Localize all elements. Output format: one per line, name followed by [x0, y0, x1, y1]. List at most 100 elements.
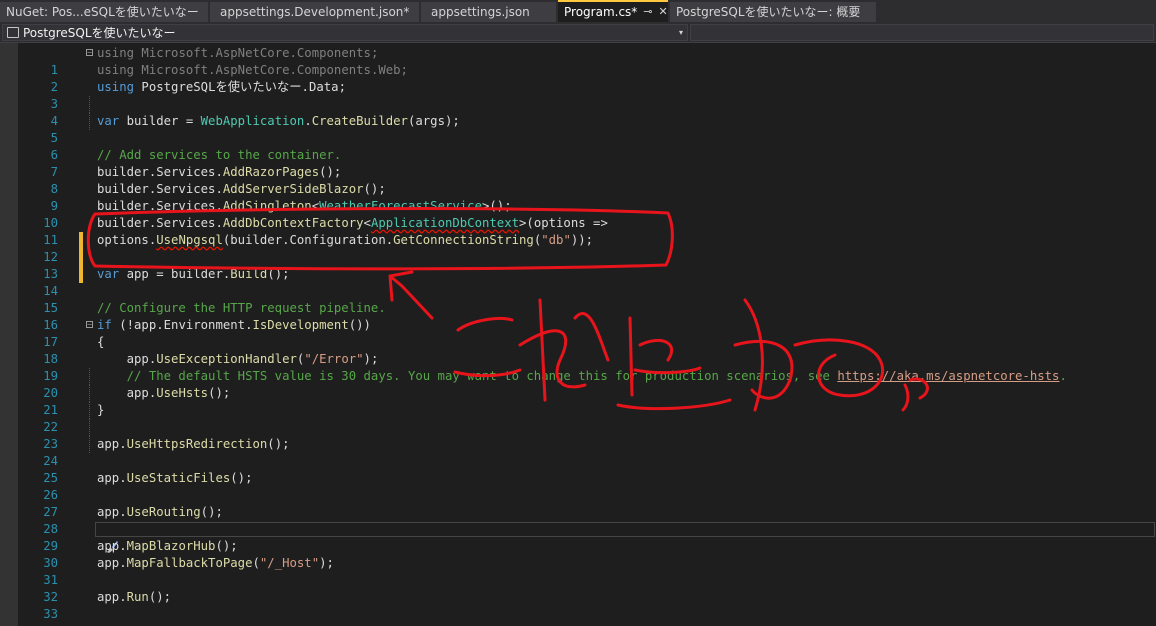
code-line: 33 app.Run();	[0, 589, 1156, 621]
code-text: >();	[481, 199, 512, 213]
code-text: app.	[97, 471, 127, 485]
code-line: 28 app.UseRouting();	[0, 504, 1156, 536]
hsts-link[interactable]: https://aka.ms/aspnetcore-hsts	[837, 369, 1059, 383]
code-text: options.	[97, 233, 157, 247]
member-dropdown[interactable]	[690, 24, 1154, 41]
comment: // Configure the HTTP request pipeline.	[97, 301, 386, 315]
code-text: app.	[97, 590, 127, 604]
method-name: UseStaticFiles	[126, 471, 231, 485]
navigation-bar: PostgreSQLを使いたいなー ▾	[0, 22, 1156, 43]
tab-label: NuGet: Pos...eSQLを使いたいなー	[6, 5, 199, 19]
code-text: app.	[97, 386, 157, 400]
string-literal: "/Error"	[304, 352, 364, 366]
code-line: 2 using Microsoft.AspNetCore.Components.…	[0, 62, 1156, 113]
code-text: <	[311, 199, 320, 213]
keyword: if	[97, 318, 112, 332]
code-text: app.	[97, 539, 127, 553]
method-name: MapFallbackToPage	[126, 556, 253, 570]
code-line: 24 app.UseHttpsRedirection();	[0, 436, 1156, 468]
collapse-icon[interactable]: −	[86, 321, 93, 329]
keyword: using	[97, 63, 135, 77]
tab-program-cs[interactable]: Program.cs* ⊸ ✕	[558, 0, 668, 22]
code-text: ();	[267, 437, 290, 451]
code-line: 4	[0, 96, 1156, 128]
code-text: ();	[230, 471, 253, 485]
code-line: 27	[0, 487, 1156, 519]
collapse-icon[interactable]: −	[86, 49, 93, 57]
code-line: 8 builder.Services.AddRazorPages();	[0, 164, 1156, 196]
code-text: {	[97, 335, 105, 349]
code-text: (args);	[407, 114, 460, 128]
code-text: builder.Services.	[97, 216, 223, 230]
code-editor[interactable]: 1 − using Microsoft.AspNetCore.Component…	[0, 43, 1156, 626]
code-line: 10 builder.Services.AddSingleton<Weather…	[0, 198, 1156, 249]
chevron-down-icon: ▾	[678, 28, 683, 37]
project-name: PostgreSQLを使いたいなー	[23, 26, 176, 40]
method-name: Run	[126, 590, 149, 604]
tab-label: appsettings.json	[431, 5, 530, 19]
code-line: 32	[0, 572, 1156, 604]
method-name: UseRouting	[126, 505, 201, 519]
method-name: AddRazorPages	[222, 165, 320, 179]
project-dropdown[interactable]: PostgreSQLを使いたいなー ▾	[2, 24, 688, 41]
code-line: 15	[0, 283, 1156, 315]
code-text: ();	[319, 165, 342, 179]
tab-label: Program.cs*	[564, 5, 638, 19]
method-name: MapBlazorHub	[126, 539, 216, 553]
code-line: 3 using PostgreSQLを使いたいなー.Data;	[0, 79, 1156, 130]
code-text: builder.Services.	[97, 199, 223, 213]
code-text: app.	[97, 352, 157, 366]
method-name: IsDevelopment	[252, 318, 349, 332]
method-name: UseHsts	[156, 386, 209, 400]
code-line: 19 app.UseExceptionHandler("/Error");	[0, 351, 1156, 402]
code-text: app.	[97, 505, 127, 519]
code-text: app = builder.	[119, 267, 231, 281]
keyword: var	[97, 267, 120, 281]
code-text: (!app.Environment.	[111, 318, 253, 332]
code-text: );	[363, 352, 379, 366]
code-text: >(options =>	[519, 216, 608, 230]
keyword: using	[97, 80, 135, 94]
pin-icon[interactable]: ⊸	[643, 2, 652, 22]
code-text: builder.Services.	[97, 165, 223, 179]
document-tab-strip: NuGet: Pos...eSQLを使いたいなー appsettings.Dev…	[0, 0, 1156, 22]
code-text: app.	[97, 437, 127, 451]
code-line: 22 }	[0, 402, 1156, 453]
code-line: 17 − if (!app.Environment.IsDevelopment(…	[0, 317, 1156, 349]
csharp-project-icon	[7, 27, 19, 38]
tab-nuget[interactable]: NuGet: Pos...eSQLを使いたいなー	[0, 2, 208, 22]
code-text: (	[252, 556, 260, 570]
code-line: 6	[0, 130, 1156, 162]
keyword: using	[97, 46, 135, 60]
code-text: ();	[267, 267, 290, 281]
code-text: (builder.Configuration.	[222, 233, 394, 247]
tab-project-overview[interactable]: PostgreSQLを使いたいなー: 概要	[670, 2, 876, 22]
code-line: 31 app.MapFallbackToPage("/_Host");	[0, 555, 1156, 587]
code-line: 9 builder.Services.AddServerSideBlazor()…	[0, 181, 1156, 213]
code-line: 20 // The default HSTS value is 30 days.…	[0, 368, 1156, 419]
close-icon[interactable]: ✕	[659, 2, 668, 22]
tab-appsettings-development[interactable]: appsettings.Development.json*	[210, 2, 419, 22]
method-name-error: UseNpgsql	[156, 233, 223, 247]
code-line: 25	[0, 453, 1156, 485]
code-text: );	[319, 556, 334, 570]
type-name: WeatherForecastService	[319, 199, 482, 213]
code-line: 16 // Configure the HTTP request pipelin…	[0, 300, 1156, 332]
comment: .	[1059, 369, 1067, 383]
method-name: AddServerSideBlazor	[222, 182, 364, 196]
namespace: PostgreSQLを使いたいなー.Data;	[134, 80, 346, 94]
code-line: 11 builder.Services.AddDbContextFactory<…	[0, 215, 1156, 266]
tab-appsettings[interactable]: appsettings.json	[421, 2, 556, 22]
current-line-highlight	[95, 522, 1155, 537]
code-text: }	[97, 403, 105, 417]
string-literal: "/_Host"	[259, 556, 320, 570]
namespace: Microsoft.AspNetCore.Components;	[134, 46, 379, 60]
code-text: .	[304, 114, 312, 128]
code-text: builder =	[119, 114, 201, 128]
method-name: AddDbContextFactory	[222, 216, 364, 230]
code-line-current: 29	[0, 521, 1156, 553]
type-name-error: ApplicationDbContext	[370, 216, 520, 230]
code-text: ())	[348, 318, 371, 332]
code-line: 26 app.UseStaticFiles();	[0, 470, 1156, 502]
code-text: <	[363, 216, 371, 230]
